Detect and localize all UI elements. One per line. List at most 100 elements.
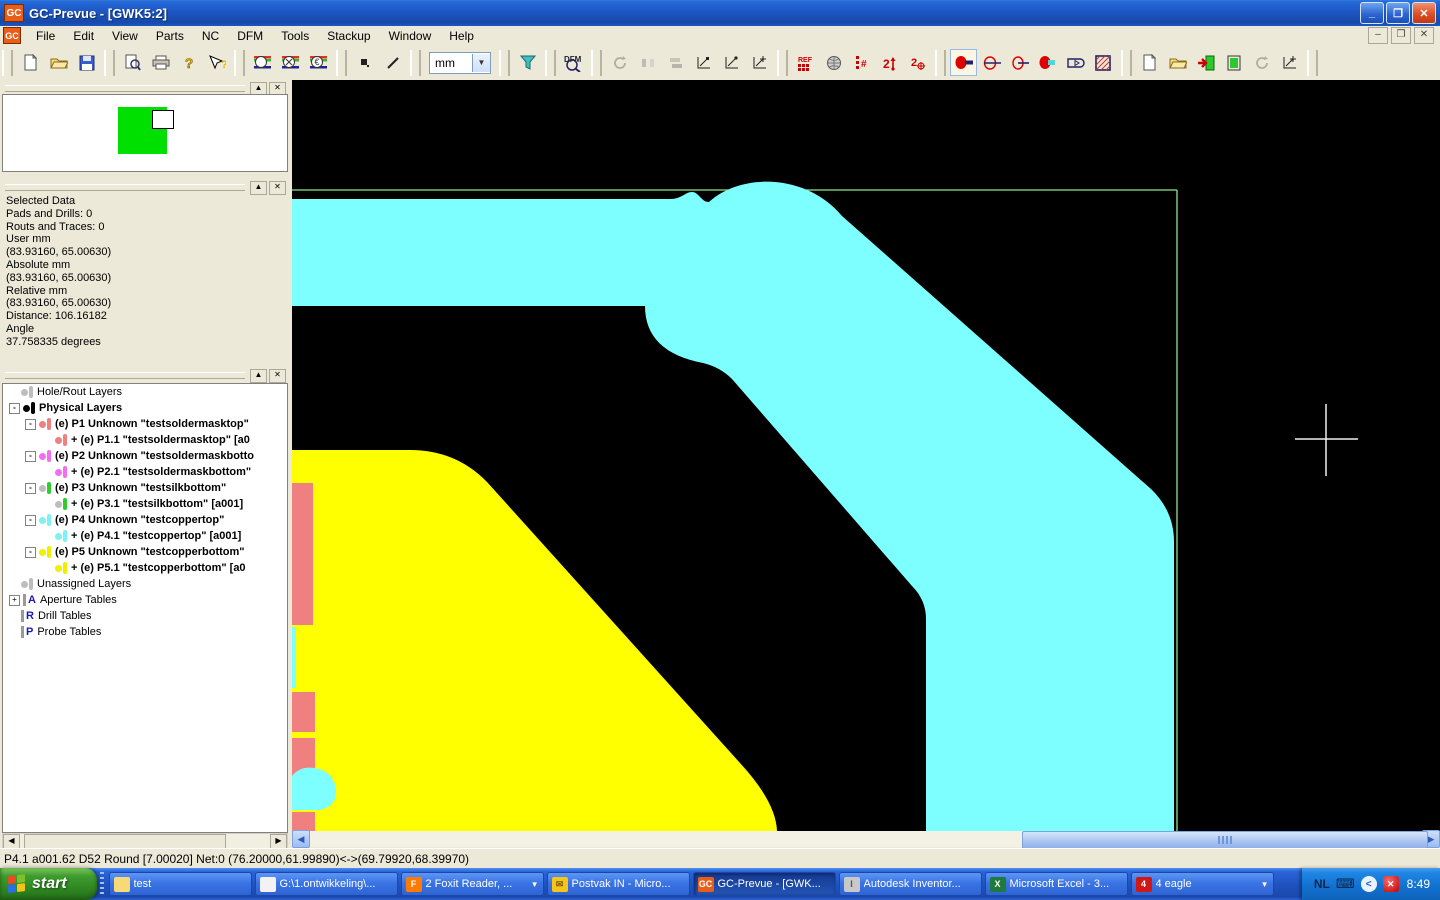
layer-tree-item[interactable]: RDrill Tables bbox=[3, 608, 287, 624]
filter-button[interactable] bbox=[514, 49, 541, 76]
select-line-button[interactable] bbox=[379, 49, 406, 76]
scrollbar-thumb[interactable] bbox=[24, 834, 226, 849]
menu-tools[interactable]: Tools bbox=[272, 27, 318, 45]
scrollbar-thumb[interactable] bbox=[1022, 831, 1428, 849]
collapse-icon[interactable]: - bbox=[25, 419, 36, 430]
soldermask-pad[interactable] bbox=[292, 483, 313, 625]
layer-tree-item[interactable]: -(e) P2 Unknown "testsoldermaskbotto bbox=[3, 448, 287, 464]
soldermask-pad[interactable] bbox=[292, 692, 315, 732]
measure-point-button[interactable] bbox=[690, 49, 717, 76]
pad-solid-button[interactable] bbox=[950, 49, 977, 76]
scrollbar-track[interactable] bbox=[310, 831, 1422, 847]
toolbar-grip[interactable] bbox=[234, 50, 245, 76]
select-point-button[interactable] bbox=[351, 49, 378, 76]
layer-tree-item[interactable]: -Physical Layers bbox=[3, 400, 287, 416]
mdi-restore-button[interactable]: ❐ bbox=[1391, 27, 1411, 44]
coord-target-button[interactable]: 2 bbox=[904, 49, 931, 76]
collapse-icon[interactable]: - bbox=[25, 547, 36, 558]
save-button[interactable] bbox=[73, 49, 100, 76]
toolbar-grip[interactable] bbox=[935, 50, 946, 76]
layer-tree-item[interactable]: +AAperture Tables bbox=[3, 592, 287, 608]
restore-button[interactable]: ❐ bbox=[1386, 2, 1410, 24]
menu-nc[interactable]: NC bbox=[193, 27, 228, 45]
query-layers-button-2[interactable] bbox=[277, 49, 304, 76]
taskbar-button-eagle[interactable]: 44 eagle▼ bbox=[1131, 872, 1274, 896]
language-indicator[interactable]: NL bbox=[1314, 877, 1330, 891]
layer-tree-item[interactable]: -(e) P5 Unknown "testcopperbottom" bbox=[3, 544, 287, 560]
menu-window[interactable]: Window bbox=[380, 27, 441, 45]
layer-tree-item[interactable]: + (e) P2.1 "testsoldermaskbottom" bbox=[3, 464, 287, 480]
pad-outline-button[interactable] bbox=[1062, 49, 1089, 76]
pad-circle-button[interactable] bbox=[1006, 49, 1033, 76]
security-alert-icon[interactable]: ✕ bbox=[1383, 876, 1399, 892]
print-preview-button[interactable] bbox=[119, 49, 146, 76]
scroll-left-icon[interactable]: ◀ bbox=[292, 830, 310, 848]
dfm-zoom-button[interactable]: DFM bbox=[560, 49, 587, 76]
start-button[interactable]: start bbox=[0, 868, 97, 900]
pad-trace-button[interactable] bbox=[1034, 49, 1061, 76]
soldermask-pad[interactable] bbox=[292, 812, 315, 831]
ref-grid-button[interactable]: REF bbox=[792, 49, 819, 76]
layer-tree-item[interactable]: PProbe Tables bbox=[3, 624, 287, 640]
pad-hatch-button[interactable] bbox=[1090, 49, 1117, 76]
taskbar-button-gc[interactable]: GCGC-Prevue - [GWK... bbox=[693, 872, 836, 896]
collapse-icon[interactable]: - bbox=[9, 403, 20, 414]
menu-parts[interactable]: Parts bbox=[147, 27, 193, 45]
layers-collapse-button[interactable]: ▲ bbox=[250, 369, 267, 383]
taskbar-button-inventor[interactable]: IAutodesk Inventor... bbox=[839, 872, 982, 896]
layers-close-button[interactable]: ✕ bbox=[269, 369, 286, 383]
toolbar-grip[interactable] bbox=[1307, 50, 1318, 76]
collapse-icon[interactable]: - bbox=[25, 515, 36, 526]
copper-bottom-pour[interactable] bbox=[292, 450, 777, 831]
measure-plus-button[interactable] bbox=[1276, 49, 1303, 76]
layer-tree-item[interactable]: Hole/Rout Layers bbox=[3, 384, 287, 400]
layer-tree-item[interactable]: -(e) P3 Unknown "testsilkbottom" bbox=[3, 480, 287, 496]
import-button[interactable] bbox=[1192, 49, 1219, 76]
toolbar-grip[interactable] bbox=[336, 50, 347, 76]
chevron-down-icon[interactable]: ▼ bbox=[529, 880, 539, 889]
count-up-button[interactable]: 2 bbox=[876, 49, 903, 76]
quick-launch-grip[interactable] bbox=[100, 872, 104, 896]
open-file-button-2[interactable] bbox=[1164, 49, 1191, 76]
chevron-down-icon[interactable]: ▼ bbox=[1259, 880, 1269, 889]
net-globe-button[interactable] bbox=[820, 49, 847, 76]
taskbar-button-excel[interactable]: XMicrosoft Excel - 3... bbox=[985, 872, 1128, 896]
overview-panel[interactable] bbox=[2, 94, 288, 172]
layer-tree-item[interactable]: + (e) P1.1 "testsoldermasktop" [a0 bbox=[3, 432, 287, 448]
taskbar-button-notepad[interactable]: G:\1.ontwikkeling\... bbox=[255, 872, 398, 896]
context-help-button[interactable]: ? bbox=[203, 49, 230, 76]
chevron-down-icon[interactable]: ▼ bbox=[472, 54, 490, 72]
board-view-button[interactable] bbox=[1220, 49, 1247, 76]
layer-tree-item[interactable]: -(e) P1 Unknown "testsoldermasktop" bbox=[3, 416, 287, 432]
units-combobox[interactable]: mm▼ bbox=[429, 52, 491, 74]
minimize-button[interactable]: _ bbox=[1360, 2, 1384, 24]
layer-tree-item[interactable]: + (e) P5.1 "testcopperbottom" [a0 bbox=[3, 560, 287, 576]
mdi-minimize-button[interactable]: – bbox=[1368, 27, 1388, 44]
open-file-button[interactable] bbox=[45, 49, 72, 76]
taskbar-button-outlook[interactable]: ✉Postvak IN - Micro... bbox=[547, 872, 690, 896]
hide-icons-chevron-icon[interactable]: < bbox=[1361, 876, 1377, 892]
print-button[interactable] bbox=[147, 49, 174, 76]
copper-top-strip[interactable] bbox=[292, 627, 296, 688]
measure-line-button[interactable] bbox=[718, 49, 745, 76]
menu-dfm[interactable]: DFM bbox=[228, 27, 272, 45]
new-file-button-2[interactable] bbox=[1136, 49, 1163, 76]
panel-grip[interactable] bbox=[5, 372, 245, 379]
collapse-icon[interactable]: - bbox=[25, 483, 36, 494]
toolbar-grip[interactable] bbox=[1121, 50, 1132, 76]
new-file-button[interactable] bbox=[17, 49, 44, 76]
toolbar-grip[interactable] bbox=[545, 50, 556, 76]
canvas-hscrollbar[interactable]: ◀ ▶ bbox=[292, 831, 1440, 847]
layer-tree-item[interactable]: + (e) P3.1 "testsilkbottom" [a001] bbox=[3, 496, 287, 512]
toolbar-grip[interactable] bbox=[104, 50, 115, 76]
menu-help[interactable]: Help bbox=[440, 27, 483, 45]
query-layers-button-3[interactable]: € bbox=[305, 49, 332, 76]
taskbar-button-foxit[interactable]: F2 Foxit Reader, ...▼ bbox=[401, 872, 544, 896]
menu-edit[interactable]: Edit bbox=[64, 27, 103, 45]
menu-stackup[interactable]: Stackup bbox=[318, 27, 379, 45]
panel-grip[interactable] bbox=[5, 85, 245, 92]
scroll-right-icon[interactable]: ▶ bbox=[270, 834, 287, 849]
taskbar-button-folder[interactable]: test bbox=[109, 872, 252, 896]
overview-viewport-indicator[interactable] bbox=[152, 110, 174, 129]
layer-tree-item[interactable]: -(e) P4 Unknown "testcoppertop" bbox=[3, 512, 287, 528]
